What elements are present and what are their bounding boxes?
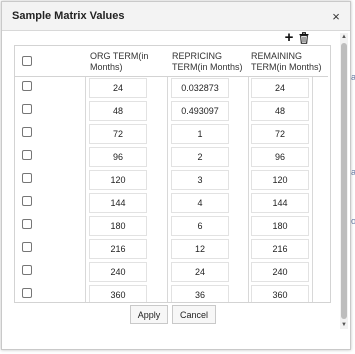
repricing-term-cell[interactable]: 36 — [171, 285, 229, 302]
dialog-title: Sample Matrix Values — [12, 10, 125, 22]
header-org-term: ORG TERM(in Months) — [90, 51, 149, 72]
row-checkbox[interactable] — [22, 81, 32, 91]
remaining-term-cell[interactable]: 144 — [251, 193, 309, 213]
remaining-term-cell[interactable]: 180 — [251, 216, 309, 236]
close-icon[interactable]: × — [328, 8, 344, 24]
add-row-icon[interactable]: + — [283, 30, 295, 45]
table-row: 360 36 360 — [15, 284, 328, 302]
background-text: a — [351, 72, 355, 82]
row-checkbox[interactable] — [22, 150, 32, 160]
org-term-cell[interactable]: 180 — [89, 216, 147, 236]
select-all-checkbox[interactable] — [22, 56, 32, 66]
remaining-term-cell[interactable]: 240 — [251, 262, 309, 282]
repricing-term-cell[interactable]: 2 — [171, 147, 229, 167]
remaining-term-cell[interactable]: 120 — [251, 170, 309, 190]
scroll-down-arrow-icon[interactable]: ▼ — [340, 321, 348, 329]
remaining-term-cell[interactable]: 96 — [251, 147, 309, 167]
org-term-cell[interactable]: 360 — [89, 285, 147, 302]
org-term-cell[interactable]: 96 — [89, 147, 147, 167]
row-checkbox[interactable] — [22, 219, 32, 229]
table-row: 240 24 240 — [15, 261, 328, 284]
repricing-term-cell[interactable]: 6 — [171, 216, 229, 236]
org-term-cell[interactable]: 120 — [89, 170, 147, 190]
repricing-term-cell[interactable]: 24 — [171, 262, 229, 282]
table-row: 180 6 180 — [15, 215, 328, 238]
header-repricing-term: REPRICING TERM(in Months) — [172, 51, 243, 72]
sample-matrix-dialog: Sample Matrix Values × + ORG TERM(in Mon… — [1, 1, 351, 350]
trash-icon[interactable] — [298, 32, 310, 44]
background-text: o — [351, 216, 355, 226]
org-term-cell[interactable]: 48 — [89, 101, 147, 121]
table-row: 120 3 120 — [15, 169, 328, 192]
cancel-button[interactable]: Cancel — [172, 305, 216, 324]
repricing-term-cell[interactable]: 4 — [171, 193, 229, 213]
table-row: 24 0.032873 24 — [15, 77, 328, 100]
remaining-term-cell[interactable]: 216 — [251, 239, 309, 259]
org-term-cell[interactable]: 144 — [89, 193, 147, 213]
table-row: 144 4 144 — [15, 192, 328, 215]
row-checkbox[interactable] — [22, 173, 32, 183]
scroll-up-arrow-icon[interactable]: ▲ — [340, 33, 348, 41]
row-checkbox[interactable] — [22, 265, 32, 275]
org-term-cell[interactable]: 240 — [89, 262, 147, 282]
background-text: a — [351, 167, 355, 177]
remaining-term-cell[interactable]: 360 — [251, 285, 309, 302]
org-term-cell[interactable]: 216 — [89, 239, 147, 259]
grid-header-row: ORG TERM(in Months) REPRICING TERM(in Mo… — [15, 46, 328, 77]
remaining-term-cell[interactable]: 24 — [251, 78, 309, 98]
vertical-scrollbar[interactable]: ▲ ▼ — [340, 33, 348, 329]
table-row: 72 1 72 — [15, 123, 328, 146]
repricing-term-cell[interactable]: 0.493097 — [171, 101, 229, 121]
repricing-term-cell[interactable]: 12 — [171, 239, 229, 259]
row-checkbox[interactable] — [22, 104, 32, 114]
org-term-cell[interactable]: 72 — [89, 124, 147, 144]
table-row: 96 2 96 — [15, 146, 328, 169]
org-term-cell[interactable]: 24 — [89, 78, 147, 98]
scroll-thumb[interactable] — [341, 43, 347, 319]
remaining-term-cell[interactable]: 48 — [251, 101, 309, 121]
repricing-term-cell[interactable]: 3 — [171, 170, 229, 190]
repricing-term-cell[interactable]: 0.032873 — [171, 78, 229, 98]
row-checkbox[interactable] — [22, 288, 32, 298]
remaining-term-cell[interactable]: 72 — [251, 124, 309, 144]
row-checkbox[interactable] — [22, 242, 32, 252]
row-checkbox[interactable] — [22, 127, 32, 137]
table-row: 216 12 216 — [15, 238, 328, 261]
row-checkbox[interactable] — [22, 196, 32, 206]
matrix-grid: ORG TERM(in Months) REPRICING TERM(in Mo… — [14, 45, 331, 303]
table-row: 48 0.493097 48 — [15, 100, 328, 123]
apply-button[interactable]: Apply — [130, 305, 168, 324]
repricing-term-cell[interactable]: 1 — [171, 124, 229, 144]
dialog-header: Sample Matrix Values × — [2, 2, 350, 31]
header-remaining-term: REMAINING TERM(in Months) — [251, 51, 322, 72]
